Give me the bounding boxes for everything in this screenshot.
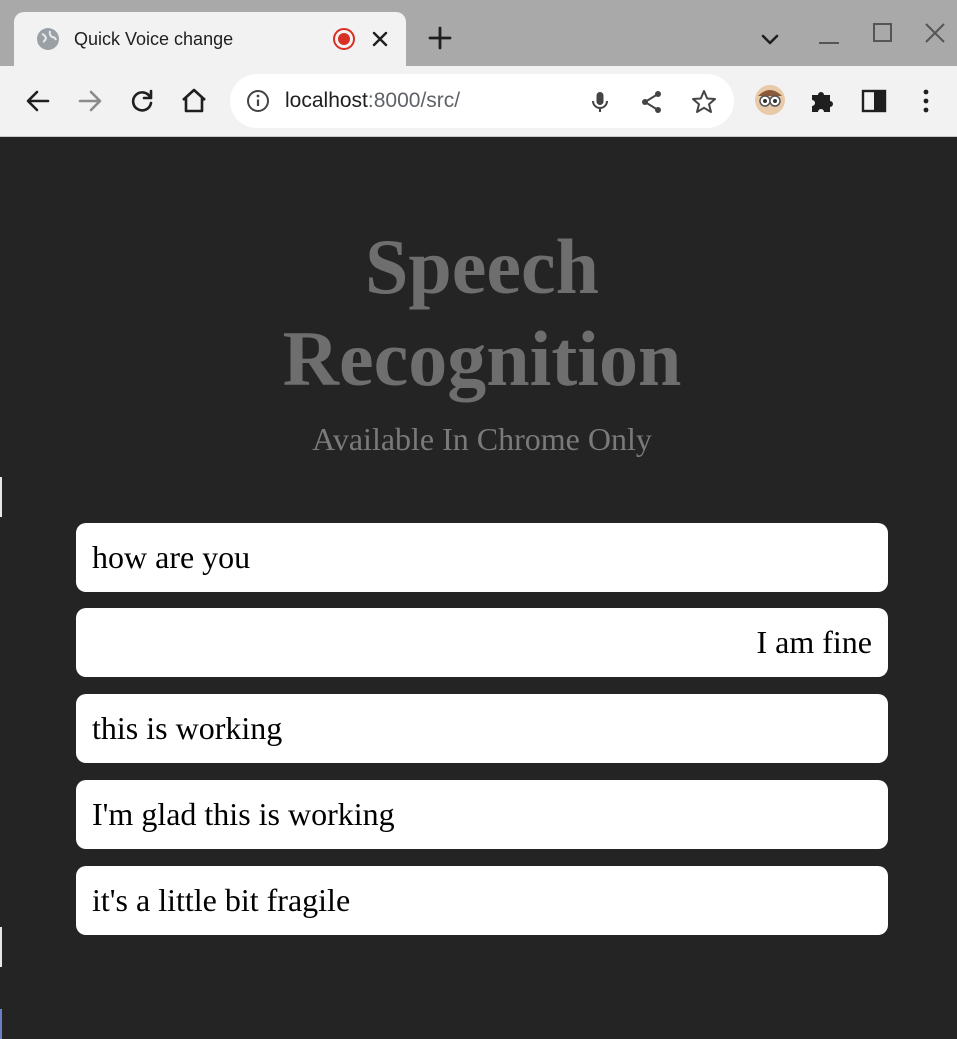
url-path: :8000/src/ [367, 89, 461, 112]
microphone-icon[interactable] [586, 88, 614, 116]
side-panel-icon[interactable] [859, 86, 889, 116]
close-icon[interactable] [368, 27, 392, 51]
browser-toolbar: localhost:8000/src/ [0, 66, 957, 137]
info-icon[interactable] [246, 89, 270, 113]
kebab-menu-icon[interactable] [911, 86, 941, 116]
star-icon[interactable] [690, 88, 718, 116]
recording-dot-icon [333, 28, 355, 50]
page-title-line-2: Recognition [282, 315, 682, 402]
page-title: Speech Recognition [0, 221, 957, 405]
page-title-line-1: Speech [365, 223, 599, 310]
transcript-message: I'm glad this is working [76, 780, 888, 849]
transcript-message: this is working [76, 694, 888, 763]
url-text[interactable]: localhost:8000/src/ [285, 88, 460, 114]
tab-strip: Quick Voice change [0, 0, 957, 66]
window-edge-mark [0, 477, 2, 517]
window-close-icon[interactable] [922, 20, 948, 46]
maximize-icon[interactable] [870, 20, 896, 46]
reload-icon[interactable] [127, 86, 157, 116]
plus-icon[interactable] [426, 24, 454, 52]
profile-avatar-icon[interactable] [754, 84, 786, 116]
transcript-message: it's a little bit fragile [76, 866, 888, 935]
window-edge-mark [0, 1009, 2, 1039]
minimize-icon[interactable] [816, 22, 842, 48]
page-subtitle: Available In Chrome Only [312, 421, 652, 457]
transcript-message: how are you [76, 523, 888, 592]
home-icon[interactable] [179, 86, 209, 116]
address-bar[interactable]: localhost:8000/src/ [230, 74, 734, 128]
share-icon[interactable] [638, 88, 666, 116]
globe-icon [37, 28, 59, 50]
transcript-message-reply: I am fine [76, 608, 888, 677]
arrow-right-icon[interactable] [75, 86, 105, 116]
window-edge-mark [0, 927, 2, 967]
tab-title: Quick Voice change [74, 29, 234, 49]
page-content: Speech Recognition Available In Chrome On… [0, 137, 957, 1039]
active-tab[interactable]: Quick Voice change [14, 12, 406, 66]
chevron-down-icon[interactable] [756, 26, 784, 54]
puzzle-icon[interactable] [807, 86, 837, 116]
url-host: localhost [285, 89, 368, 112]
arrow-left-icon[interactable] [23, 86, 53, 116]
